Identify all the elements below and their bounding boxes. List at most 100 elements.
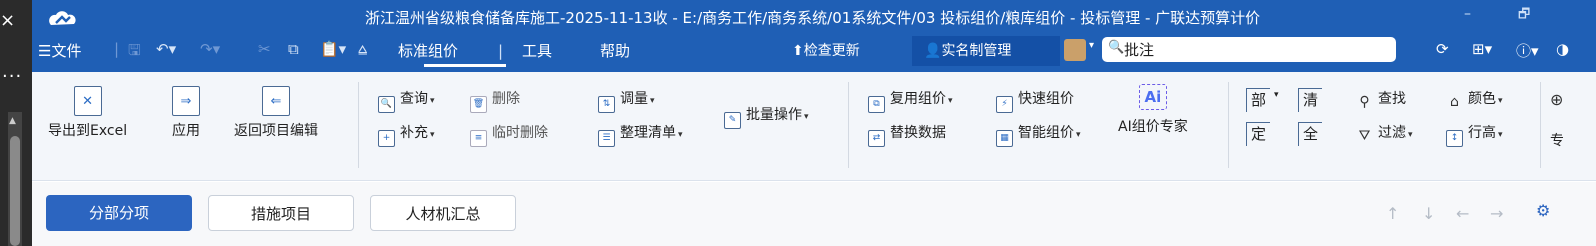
refresh-icon[interactable]: ⟳ xyxy=(1436,40,1449,58)
group-separator xyxy=(848,82,849,168)
chevron-down-icon: ▾ xyxy=(430,96,435,106)
more-tools-icon[interactable]: ⊕ xyxy=(1550,90,1563,109)
quick-price-button[interactable]: ⚡ 快速组价 xyxy=(996,88,1074,113)
group-separator xyxy=(358,82,359,168)
arrow-right-icon[interactable]: → xyxy=(1490,204,1503,223)
filter-button[interactable]: ⛛ 过滤 ▾ xyxy=(1356,122,1413,144)
app-logo-icon xyxy=(49,11,76,25)
quota-expand-button[interactable]: 定 xyxy=(1246,122,1270,146)
upload-circle-icon: ⬆ xyxy=(792,43,804,59)
organize-list-button[interactable]: ☰ 整理清单 ▾ xyxy=(598,122,683,147)
tab-help[interactable]: 帮助 xyxy=(600,38,630,64)
tab-labor-material-summary[interactable]: 人材机汇总 xyxy=(370,195,516,231)
apply-button[interactable]: ⇒ 应用 xyxy=(172,86,200,140)
arrow-left-icon[interactable]: ← xyxy=(1456,204,1469,223)
arrow-down-icon[interactable]: ↓ xyxy=(1422,204,1435,223)
replace-data-label: 替换数据 xyxy=(890,125,946,141)
grid-menu-icon[interactable]: ⊞▾ xyxy=(1472,40,1492,58)
export-excel-button[interactable]: ✕ 导出到Excel xyxy=(48,86,127,140)
chevron-down-icon[interactable]: ▾ xyxy=(1274,90,1279,100)
mode-icon[interactable]: ◑ xyxy=(1556,40,1569,58)
list-expand-button[interactable]: 清 xyxy=(1298,88,1322,112)
chevron-down-icon: ▾ xyxy=(1498,130,1503,140)
filter-label: 过滤 xyxy=(1378,125,1406,141)
all-expand-button[interactable]: 全 xyxy=(1298,122,1322,146)
query-button[interactable]: 🔍 查询 ▾ xyxy=(378,88,435,113)
replace-data-button[interactable]: ⇄ 替换数据 xyxy=(868,122,946,147)
paint-icon: ⌂ xyxy=(1450,94,1459,110)
supplement-button[interactable]: + 补充 ▾ xyxy=(378,122,435,147)
query-label: 查询 xyxy=(400,91,428,107)
search-input[interactable] xyxy=(1124,37,1384,62)
return-edit-button[interactable]: ⇐ 返回项目编辑 xyxy=(234,86,318,140)
batch-ops-button[interactable]: ✎ 批量操作 ▾ xyxy=(724,104,809,129)
section-expand-button[interactable]: 部 xyxy=(1246,88,1270,112)
divider: | xyxy=(114,40,120,58)
ai-expert-button[interactable]: Ai AI组价专家 xyxy=(1118,84,1188,136)
avatar[interactable] xyxy=(1064,39,1086,61)
replace-icon: ⇄ xyxy=(868,130,885,147)
chevron-down-icon: ▾ xyxy=(430,130,435,140)
file-menu[interactable]: ☰文件 xyxy=(38,38,81,64)
divider: | xyxy=(498,42,504,60)
tab-tools[interactable]: 工具 xyxy=(522,38,552,64)
reuse-price-button[interactable]: ⧉ 复用组价 ▾ xyxy=(868,88,953,113)
delete-button[interactable]: 🗑 删除 xyxy=(470,88,520,113)
tab-standard-pricing[interactable]: 标准组价 xyxy=(398,38,458,64)
info-icon[interactable]: ⓘ▾ xyxy=(1516,40,1539,61)
copy-icon[interactable]: ⧉ xyxy=(288,40,299,58)
organize-list-icon: ☰ xyxy=(598,130,615,147)
find-button[interactable]: ⚲ 查找 xyxy=(1356,88,1406,110)
save-icon[interactable]: 🖫 xyxy=(128,40,141,65)
color-button[interactable]: ⌂ 颜色 ▾ xyxy=(1446,88,1503,110)
tab-measures[interactable]: 措施项目 xyxy=(208,195,354,231)
title-bar: 浙江温州省级粮食储备库施工-2025-11-13收 - E:/商务工作/商务系统… xyxy=(32,0,1596,72)
tab-sections[interactable]: 分部分项 xyxy=(46,195,192,231)
group-separator xyxy=(1540,82,1541,168)
ribbon-toolbar: ✕ 导出到Excel ⇒ 应用 ⇐ 返回项目编辑 🔍 查询 ▾ + 补充 ▾ 🗑 删除 ≡… xyxy=(32,72,1596,181)
chevron-down-icon: ▾ xyxy=(1498,96,1503,106)
redo-icon[interactable]: ↷▾ xyxy=(200,40,220,58)
return-edit-icon: ⇐ xyxy=(262,86,290,116)
batch-ops-icon: ✎ xyxy=(724,112,741,129)
cut-icon[interactable]: ✂ xyxy=(258,40,271,58)
scrollbar-thumb[interactable] xyxy=(10,136,20,246)
adjust-qty-label: 调量 xyxy=(620,91,648,107)
arrow-up-icon[interactable]: ↑ xyxy=(1386,204,1399,223)
check-update-button[interactable]: ⬆检查更新 xyxy=(792,38,860,64)
realname-management-button[interactable]: 👤实名制管理 xyxy=(912,36,1060,66)
more-tools-label[interactable]: 专 xyxy=(1550,130,1564,150)
scroll-up-icon[interactable]: ▲ xyxy=(9,116,16,126)
window-title: 浙江温州省级粮食储备库施工-2025-11-13收 - E:/商务工作/商务系统… xyxy=(365,9,1261,27)
close-icon[interactable]: × xyxy=(0,10,15,31)
row-height-label: 行高 xyxy=(1468,125,1496,141)
organize-list-label: 整理清单 xyxy=(620,125,676,141)
adjust-qty-icon: ⇅ xyxy=(598,96,615,113)
filter-icon: ⛛ xyxy=(1358,128,1371,144)
adjust-qty-button[interactable]: ⇅ 调量 ▾ xyxy=(598,88,655,113)
minimize-button[interactable]: – xyxy=(1464,6,1471,22)
search-icon: 🔍 xyxy=(1108,40,1125,55)
query-icon: 🔍 xyxy=(378,96,395,113)
check-update-label: 检查更新 xyxy=(803,43,860,59)
undo-icon[interactable]: ↶▾ xyxy=(156,40,176,58)
hamburger-icon: ☰ xyxy=(38,42,52,60)
row-height-button[interactable]: ↕ 行高 ▾ xyxy=(1446,122,1503,147)
group-separator xyxy=(1228,82,1229,168)
supplement-label: 补充 xyxy=(400,125,428,141)
temp-delete-icon: ≡ xyxy=(470,130,487,147)
file-menu-label: 文件 xyxy=(51,42,82,60)
smart-icon: ▦ xyxy=(996,130,1013,147)
search-box[interactable]: 🔍 xyxy=(1102,37,1396,62)
paste-icon[interactable]: 📋▾ xyxy=(320,40,346,58)
chevron-down-icon[interactable]: ▾ xyxy=(1089,40,1094,51)
chevron-down-icon: ▾ xyxy=(650,96,655,106)
temp-delete-button[interactable]: ≡ 临时删除 xyxy=(470,122,548,147)
smart-price-button[interactable]: ▦ 智能组价 ▾ xyxy=(996,122,1081,147)
settings-icon[interactable]: ⚙ xyxy=(1536,201,1550,220)
apply-icon: ⇒ xyxy=(172,86,200,116)
maximize-button[interactable]: 🗗 xyxy=(1518,5,1530,27)
more-icon[interactable]: ··· xyxy=(2,66,22,87)
realname-label: 实名制管理 xyxy=(941,43,1012,59)
customize-toolbar-icon[interactable]: ⩠ xyxy=(358,40,367,58)
